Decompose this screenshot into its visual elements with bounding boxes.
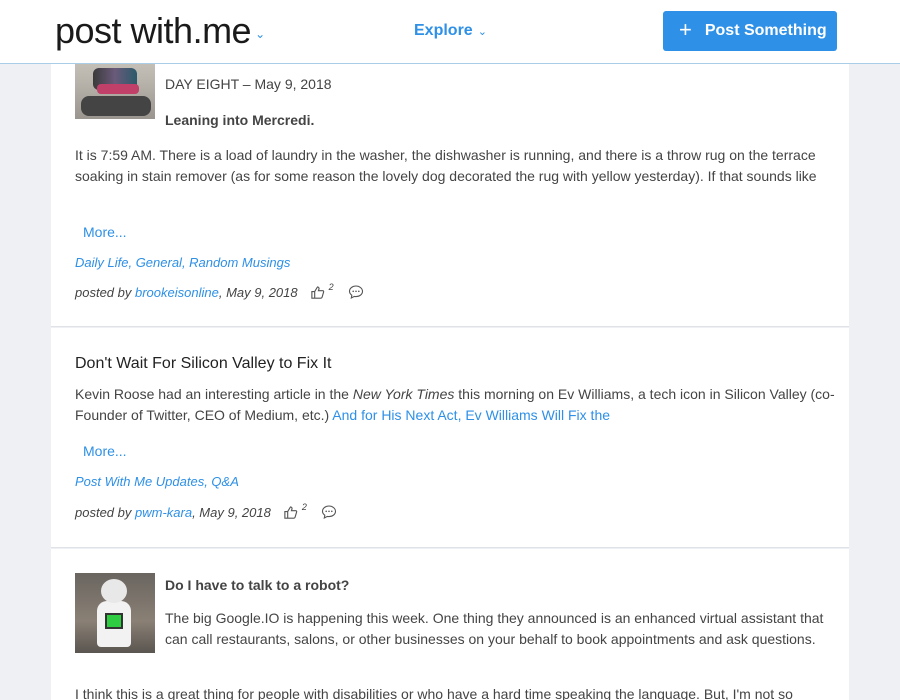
plus-icon: + bbox=[679, 17, 692, 42]
post-card: Do I have to talk to a robot? The big Go… bbox=[51, 549, 849, 700]
more-link[interactable]: More... bbox=[83, 224, 127, 240]
post-categories[interactable]: Post With Me Updates, Q&A bbox=[75, 474, 239, 489]
comment-icon bbox=[348, 285, 363, 300]
explore-menu[interactable]: Explore ⌄ bbox=[414, 22, 487, 40]
posted-by-label: posted by bbox=[75, 504, 132, 520]
post-card: Don't Wait For Silicon Valley to Fix It … bbox=[51, 328, 849, 548]
post-meta: posted by pwm-kara, May 9, 2018 2 bbox=[75, 501, 337, 520]
like-button[interactable]: 2 bbox=[310, 281, 334, 300]
post-date: , May 9, 2018 bbox=[218, 284, 298, 300]
post-subtitle[interactable]: Leaning into Mercredi. bbox=[165, 112, 314, 128]
post-something-label: Post Something bbox=[704, 22, 827, 39]
post-date: , May 9, 2018 bbox=[192, 504, 271, 520]
post-excerpt-continued: I think this is a great thing for people… bbox=[75, 686, 793, 700]
posted-by-label: posted by bbox=[75, 284, 132, 300]
post-title[interactable]: Don't Wait For Silicon Valley to Fix It bbox=[75, 355, 331, 373]
post-excerpt: It is 7:59 AM. There is a load of laundr… bbox=[75, 147, 817, 184]
author-link[interactable]: brookeisonline bbox=[135, 285, 219, 300]
comment-button[interactable] bbox=[348, 284, 364, 300]
chevron-down-icon[interactable]: ⌄ bbox=[255, 27, 265, 41]
post-thumbnail[interactable] bbox=[75, 56, 155, 119]
comment-button[interactable] bbox=[321, 504, 337, 520]
chevron-down-icon: ⌄ bbox=[477, 26, 487, 38]
logo-text: post with.me bbox=[55, 10, 252, 51]
like-button[interactable]: 2 bbox=[283, 501, 307, 520]
comment-icon bbox=[321, 505, 336, 520]
explore-label: Explore bbox=[414, 22, 473, 39]
excerpt-text: Kevin Roose had an interesting article i… bbox=[75, 386, 353, 402]
post-title[interactable]: Do I have to talk to a robot? bbox=[165, 577, 349, 593]
like-count: 2 bbox=[301, 501, 307, 512]
post-feed: DAY EIGHT – May 9, 2018 Leaning into Mer… bbox=[51, 56, 849, 700]
like-count: 2 bbox=[328, 281, 334, 292]
author-link[interactable]: pwm-kara bbox=[135, 505, 192, 520]
post-card: DAY EIGHT – May 9, 2018 Leaning into Mer… bbox=[51, 56, 849, 327]
site-logo[interactable]: post with.me ⌄ bbox=[55, 10, 265, 52]
excerpt-italic: New York Times bbox=[352, 386, 455, 402]
top-navigation-bar: post with.me ⌄ Explore ⌄ + Post Somethin… bbox=[0, 0, 900, 64]
thumbs-up-icon bbox=[284, 505, 298, 519]
post-excerpt: Kevin Roose had an interesting article i… bbox=[75, 384, 835, 426]
more-link[interactable]: More... bbox=[83, 443, 127, 459]
post-excerpt: The big Google.IO is happening this week… bbox=[165, 610, 824, 647]
thumbs-up-icon bbox=[310, 285, 324, 299]
post-categories[interactable]: Daily Life, General, Random Musings bbox=[75, 255, 290, 270]
post-day-line: DAY EIGHT – May 9, 2018 bbox=[165, 76, 332, 92]
post-meta: posted by brookeisonline, May 9, 2018 2 bbox=[75, 281, 364, 300]
post-something-button[interactable]: + Post Something bbox=[663, 11, 837, 51]
article-link[interactable]: And for His Next Act, Ev Williams Will F… bbox=[332, 407, 610, 423]
post-thumbnail[interactable] bbox=[75, 573, 155, 653]
